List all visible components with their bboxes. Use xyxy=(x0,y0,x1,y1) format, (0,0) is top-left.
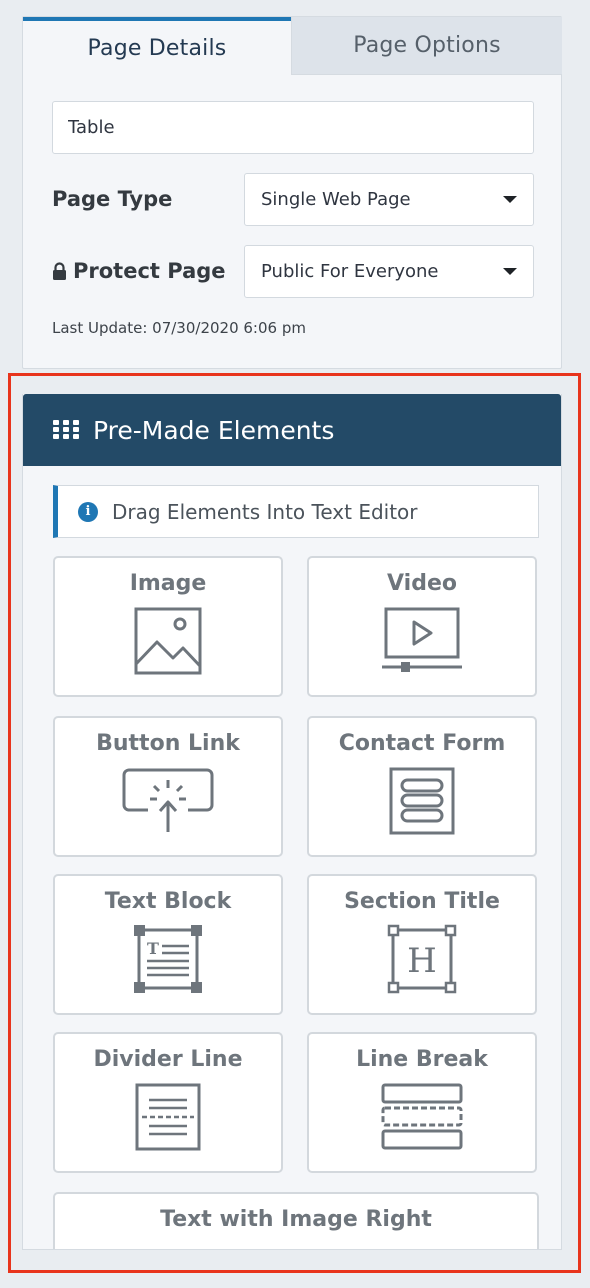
button-click-icon xyxy=(122,768,214,832)
page-type-label: Page Type xyxy=(52,187,172,211)
element-label: Contact Form xyxy=(338,731,506,756)
video-icon xyxy=(382,607,462,672)
page-details-panel: Page Details Page Options Page Type Sing… xyxy=(22,16,562,369)
lock-icon xyxy=(53,262,66,280)
form-icon xyxy=(389,767,455,835)
drag-hint: i Drag Elements Into Text Editor xyxy=(53,485,539,538)
element-text-with-image-right[interactable]: Text with Image Right xyxy=(53,1192,539,1249)
element-label: Text Block xyxy=(104,889,232,914)
image-icon xyxy=(134,607,202,675)
element-label: Section Title xyxy=(344,889,500,914)
element-image[interactable]: Image xyxy=(53,556,283,697)
divider-icon xyxy=(135,1083,201,1151)
text-block-icon: T xyxy=(134,925,202,993)
protect-page-label-text: Protect Page xyxy=(73,259,226,283)
element-contact-form[interactable]: Contact Form xyxy=(307,716,537,857)
info-icon: i xyxy=(78,501,98,522)
caret-down-icon xyxy=(503,196,517,203)
element-text-block[interactable]: Text Block T xyxy=(53,874,283,1015)
svg-text:H: H xyxy=(407,941,437,981)
page-type-label-text: Page Type xyxy=(52,187,173,211)
element-button-link[interactable]: Button Link xyxy=(53,716,283,857)
heading-icon: H xyxy=(387,924,457,994)
element-label: Text with Image Right xyxy=(160,1207,432,1232)
protect-page-value: Public For Everyone xyxy=(261,261,439,282)
panel-title: Pre-Made Elements xyxy=(93,415,335,445)
drag-hint-text: Drag Elements Into Text Editor xyxy=(112,499,418,524)
panel-header: Pre-Made Elements xyxy=(23,394,561,466)
element-section-title[interactable]: Section Title H xyxy=(307,874,537,1015)
line-break-icon xyxy=(381,1083,463,1150)
tab-page-details[interactable]: Page Details xyxy=(23,17,291,75)
element-label: Line Break xyxy=(356,1047,488,1072)
element-label: Button Link xyxy=(96,731,240,756)
element-label: Divider Line xyxy=(93,1047,243,1072)
grid-icon xyxy=(53,420,79,440)
protect-page-select[interactable]: Public For Everyone xyxy=(244,245,534,298)
last-update-text: Last Update: 07/30/2020 6:06 pm xyxy=(52,319,306,337)
caret-down-icon xyxy=(503,268,517,275)
pre-made-elements-panel: Pre-Made Elements i Drag Elements Into T… xyxy=(22,394,562,1250)
page-type-select[interactable]: Single Web Page xyxy=(244,173,534,226)
page-title-input[interactable] xyxy=(52,101,534,154)
element-label: Image xyxy=(129,571,207,596)
page-type-value: Single Web Page xyxy=(261,189,411,210)
svg-text:T: T xyxy=(147,939,159,958)
element-video[interactable]: Video xyxy=(307,556,537,697)
protect-page-label: Protect Page xyxy=(52,259,226,283)
element-label: Video xyxy=(387,571,457,596)
element-divider-line[interactable]: Divider Line xyxy=(53,1032,283,1173)
element-line-break[interactable]: Line Break xyxy=(307,1032,537,1173)
tab-page-options[interactable]: Page Options xyxy=(291,17,562,75)
